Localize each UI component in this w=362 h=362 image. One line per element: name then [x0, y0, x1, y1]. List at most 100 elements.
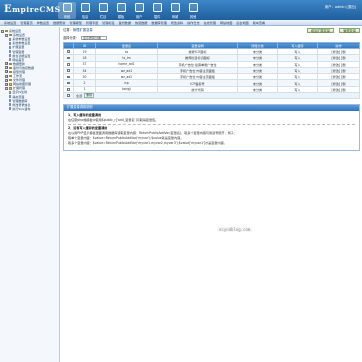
sidebar-item-label: 执行SQL语句	[12, 106, 31, 111]
row-checkbox[interactable]	[67, 62, 70, 66]
row-checkbox[interactable]	[67, 56, 70, 60]
menu-item[interactable]: 备份数据	[119, 20, 131, 25]
menu-item[interactable]: 网站地图	[220, 20, 232, 25]
menu-item[interactable]: 管理标签	[102, 20, 114, 25]
tree-toggle-icon[interactable]: -	[1, 29, 4, 33]
menu-item[interactable]: 操作日志	[187, 20, 199, 25]
more-icon	[188, 3, 198, 12]
tree-toggle-icon[interactable]: +	[5, 70, 8, 74]
menu-item[interactable]: 数据更新	[53, 20, 65, 25]
category-filter: 选择分类： 显示所有分类	[63, 35, 360, 40]
top-nav-7[interactable]: 其他	[184, 2, 202, 19]
top-header: EmpireCMS 系统 信息 栏目 模板 用户 插件 商城 其他 用户：admin [退出]	[0, 0, 362, 20]
top-nav-label: 其他	[189, 15, 197, 19]
top-nav-label: 系统	[63, 15, 71, 19]
tree-toggle-icon[interactable]: -	[5, 33, 8, 37]
folder-icon	[98, 3, 108, 12]
top-nav-label: 模板	[117, 15, 125, 19]
menu-item[interactable]: 系统设置	[4, 20, 16, 25]
gear-icon	[62, 3, 72, 12]
logo: EmpireCMS	[4, 4, 61, 15]
top-nav-3[interactable]: 模板	[112, 2, 130, 19]
select-all-checkbox[interactable]	[67, 94, 70, 98]
sidebar-item[interactable]: 执行SQL语句	[1, 107, 58, 111]
top-nav: 系统 信息 栏目 模板 用户 插件 商城 其他	[58, 2, 202, 19]
main-content: 位置：管理扩展变量 增加扩展变量 管理变量 选择分类： 显示所有分类 ID 变量…	[63, 28, 360, 151]
menu-item[interactable]: 在线管理	[204, 20, 216, 25]
sidebar-tree: - 系统设置 - 系统设置 系统参数设置 系统参数设置 扩展变量 管理变量 前台功能设置 网站首页…	[0, 27, 60, 362]
top-nav-label: 商城	[171, 15, 179, 19]
category-select[interactable]: 显示所有分类	[80, 35, 107, 40]
menu-item[interactable]: 恢复数据	[135, 20, 147, 25]
folder-icon	[9, 66, 12, 70]
variables-table: ID 变量名 变量说明 所属分类 写入缓存 操作 19 ss 搜索ICO图标 未分类写…	[63, 42, 360, 100]
help-divider	[68, 123, 355, 125]
table-footer: 全选 删除	[63, 92, 360, 100]
user-info[interactable]: 用户：admin [退出]	[325, 4, 356, 9]
page-icon	[9, 107, 12, 111]
page-icon	[9, 54, 12, 58]
page-icon	[9, 58, 12, 62]
row-checkbox[interactable]	[67, 88, 70, 91]
menu-item[interactable]: 管理专题	[86, 20, 98, 25]
top-nav-1[interactable]: 信息	[76, 2, 94, 19]
top-nav-label: 信息	[81, 15, 89, 19]
top-nav-label: 栏目	[99, 15, 107, 19]
plugin-icon	[152, 3, 162, 12]
page-icon	[9, 95, 12, 99]
user-icon	[134, 3, 144, 12]
folder-icon	[9, 82, 12, 86]
manage-variables-button[interactable]: 管理变量	[339, 28, 360, 33]
document-icon	[80, 3, 90, 12]
tree-toggle-icon[interactable]: +	[5, 82, 8, 86]
top-nav-label: 用户	[135, 15, 143, 19]
row-checkbox[interactable]	[67, 81, 70, 85]
top-nav-label: 插件	[153, 15, 161, 19]
help-body: 1．写入缓存的变量调用 在任意php或模板中使用$public_r['add_变量…	[64, 111, 359, 150]
page-icon	[9, 45, 12, 49]
menu-item[interactable]: 后台地图	[236, 20, 248, 25]
top-nav-5[interactable]: 插件	[148, 2, 166, 19]
page-icon	[9, 99, 12, 103]
folder-icon	[9, 74, 12, 78]
delete-button[interactable]: 删除	[84, 93, 94, 99]
menu-item[interactable]: 修改资料	[171, 20, 183, 25]
tree-toggle-icon[interactable]: +	[5, 62, 8, 66]
page-icon	[9, 41, 12, 45]
menu-item[interactable]: 参数设置	[37, 20, 49, 25]
help-text: 在任意php或模板中使用$public_r['add_变量名']可取得变量值。	[68, 117, 159, 122]
template-icon	[116, 3, 126, 12]
help-panel: 扩展变量调用说明 1．写入缓存的变量调用 在任意php或模板中使用$public_…	[63, 104, 360, 151]
tree-toggle-icon[interactable]: +	[5, 74, 8, 78]
page-icon	[9, 37, 12, 41]
select-all-label: 全选	[76, 94, 83, 99]
tree-toggle-icon[interactable]: -	[5, 86, 8, 90]
menu-bar: 系统设置 管理首页 参数设置 数据更新 管理模型 管理专题 管理标签 备份数据 恢复数据 数据库管…	[0, 20, 362, 26]
row-checkbox[interactable]	[67, 50, 70, 53]
page-icon	[9, 103, 12, 107]
help-text: 取多个变量内容：$value=ReturnPublicAddVar('myvar…	[68, 140, 227, 145]
tree-toggle-icon[interactable]: +	[5, 78, 8, 82]
watermark: ecyndblog.com	[217, 227, 253, 232]
menu-item[interactable]: 管理首页	[20, 20, 32, 25]
folder-icon	[9, 62, 12, 66]
folder-icon	[5, 29, 8, 33]
top-nav-6[interactable]: 商城	[166, 2, 184, 19]
folder-icon	[9, 78, 12, 82]
breadcrumb-link[interactable]: 管理扩展变量	[73, 28, 93, 32]
menu-item[interactable]: 版本查看	[253, 20, 265, 25]
cart-icon	[170, 3, 180, 12]
page-icon	[9, 90, 12, 94]
tree-toggle-icon[interactable]: +	[5, 66, 8, 70]
top-nav-2[interactable]: 栏目	[94, 2, 112, 19]
filter-label: 选择分类：	[63, 36, 79, 40]
page-icon	[9, 50, 12, 54]
top-nav-0[interactable]: 系统	[58, 2, 76, 19]
menu-item[interactable]: 管理模型	[70, 20, 82, 25]
folder-icon	[9, 70, 12, 74]
top-nav-4[interactable]: 用户	[130, 2, 148, 19]
row-checkbox[interactable]	[67, 75, 70, 79]
add-variable-button[interactable]: 增加扩展变量	[306, 28, 334, 33]
menu-item[interactable]: 数据库管理	[151, 20, 166, 25]
row-checkbox[interactable]	[67, 69, 70, 72]
